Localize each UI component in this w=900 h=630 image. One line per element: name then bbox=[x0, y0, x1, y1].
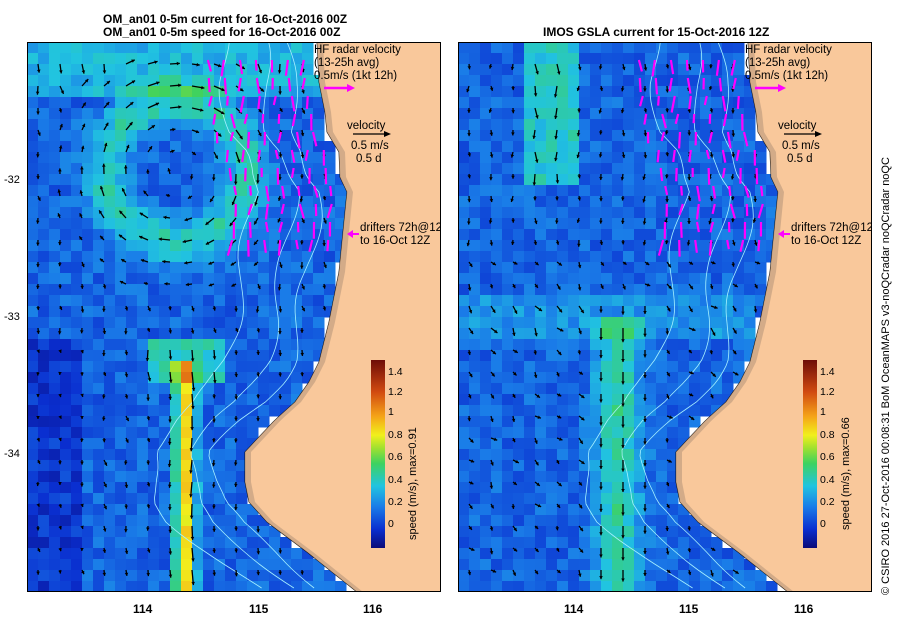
drifter-legend-line1: drifters 72h@12h bbox=[360, 222, 441, 234]
drifter-legend-line2: to 16-Oct 12Z bbox=[360, 235, 431, 247]
y-tick-32: -32 bbox=[4, 174, 20, 186]
colorbar-left-tick-0: 0 bbox=[388, 518, 394, 530]
credit-text: © CSIRO 2016 27-Oct-2016 00:08:31 BoM Oc… bbox=[880, 157, 892, 595]
velocity-legend-line3-right: 0.5 d bbox=[787, 153, 813, 165]
colorbar-left-tick-0.2: 0.2 bbox=[388, 496, 403, 508]
velocity-legend-line2-right: 0.5 m/s bbox=[782, 140, 820, 152]
x-tick-115-left: 115 bbox=[249, 602, 269, 616]
x-tick-114-right: 114 bbox=[564, 602, 584, 616]
colorbar-left-tick-0.8: 0.8 bbox=[388, 429, 403, 441]
title-left-line2: OM_an01 0-5m speed for 16-Oct-2016 00Z bbox=[103, 25, 341, 39]
colorbar-left-tick-1: 1 bbox=[388, 406, 394, 418]
hf-legend-line3-right: 0.5m/s (1kt 12h) bbox=[745, 70, 829, 82]
colorbar-left-tick-0.6: 0.6 bbox=[388, 451, 403, 463]
hf-legend-line2: (13-25h avg) bbox=[314, 57, 380, 69]
title-right: IMOS GSLA current for 15-Oct-2016 12Z bbox=[543, 25, 770, 39]
x-tick-115-right: 115 bbox=[679, 602, 699, 616]
colorbar-left-tick-0.4: 0.4 bbox=[388, 474, 403, 486]
colorbar-right-tick-1: 1 bbox=[820, 406, 826, 418]
drifter-legend-line2-right: to 16-Oct 12Z bbox=[791, 235, 862, 247]
colorbar-right-label: speed (m/s), max=0.66 bbox=[840, 417, 852, 530]
title-left-line1: OM_an01 0-5m current for 16-Oct-2016 00Z bbox=[103, 12, 348, 26]
colorbar-right-tick-1.2: 1.2 bbox=[820, 386, 835, 398]
colorbar-right-tick-0.4: 0.4 bbox=[820, 474, 835, 486]
hf-legend-line3: 0.5m/s (1kt 12h) bbox=[314, 70, 398, 82]
x-tick-116-left: 116 bbox=[363, 602, 383, 616]
colorbar-left bbox=[371, 360, 385, 548]
y-tick-34: -34 bbox=[4, 448, 20, 460]
colorbar-left-label: speed (m/s), max=0.91 bbox=[407, 427, 419, 540]
velocity-legend-line1-right: velocity bbox=[778, 120, 817, 132]
velocity-legend-line3: 0.5 d bbox=[356, 153, 382, 165]
hf-legend-line1: HF radar velocity bbox=[314, 44, 401, 56]
hf-legend-line1-right: HF radar velocity bbox=[745, 44, 832, 56]
colorbar-right-tick-0.8: 0.8 bbox=[820, 429, 835, 441]
x-tick-114-left: 114 bbox=[133, 602, 153, 616]
colorbar-left-tick-1.4: 1.4 bbox=[388, 366, 403, 378]
colorbar-right-tick-0.2: 0.2 bbox=[820, 496, 835, 508]
colorbar-right bbox=[803, 360, 817, 548]
colorbar-right-tick-0: 0 bbox=[820, 518, 826, 530]
x-tick-116-right: 116 bbox=[794, 602, 814, 616]
colorbar-left-tick-1.2: 1.2 bbox=[388, 386, 403, 398]
colorbar-right-tick-0.6: 0.6 bbox=[820, 451, 835, 463]
y-tick-33: -33 bbox=[4, 311, 20, 323]
velocity-legend-line1: velocity bbox=[347, 120, 386, 132]
velocity-legend-line2: 0.5 m/s bbox=[351, 140, 389, 152]
drifter-legend-line1-right: drifters 72h@12h bbox=[791, 222, 872, 234]
hf-legend-line2-right: (13-25h avg) bbox=[745, 57, 811, 69]
colorbar-right-tick-1.4: 1.4 bbox=[820, 366, 835, 378]
